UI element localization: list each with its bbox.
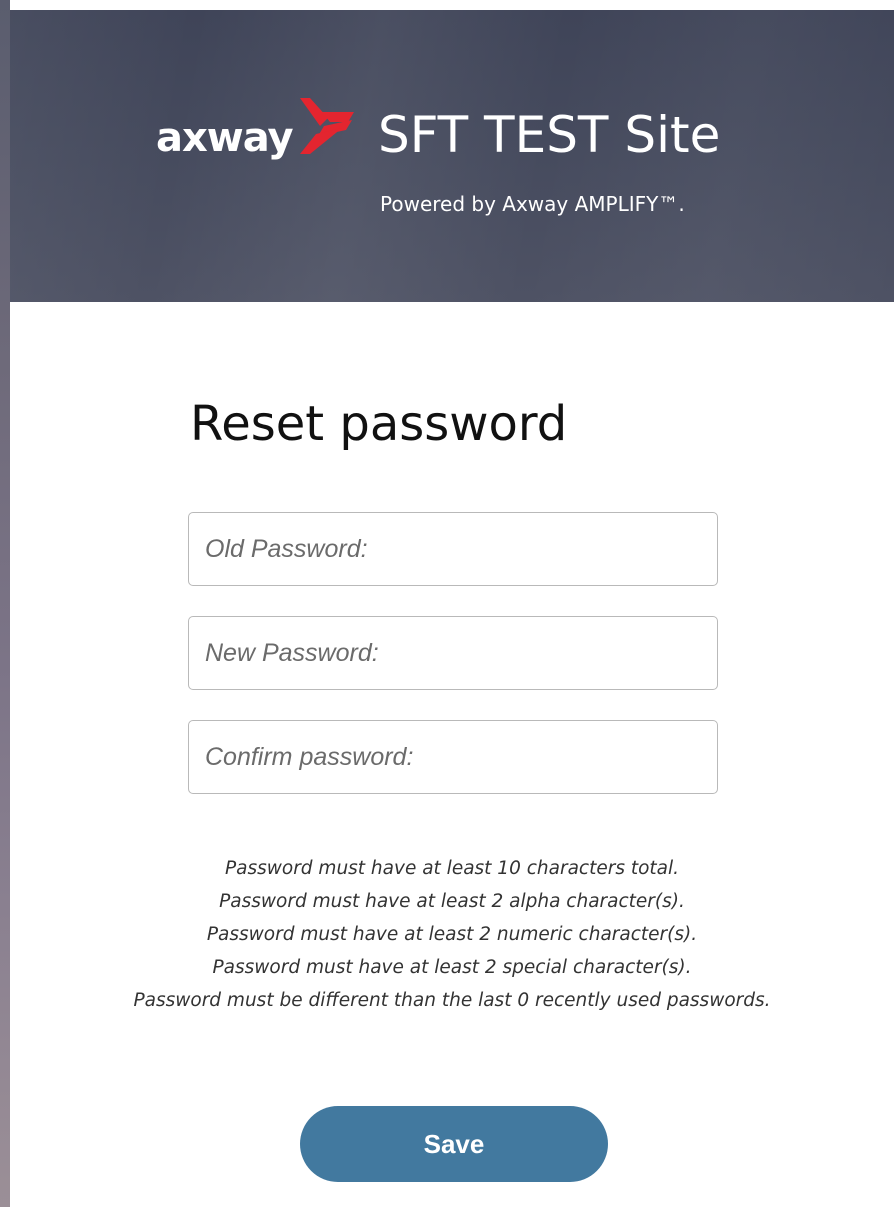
- axway-chevron-logo-icon: [300, 98, 354, 154]
- new-password-field[interactable]: [188, 616, 718, 690]
- site-title: SFT TEST Site: [378, 106, 721, 164]
- save-button[interactable]: Save: [300, 1106, 608, 1182]
- axway-wordmark: axway: [156, 115, 294, 161]
- powered-by-text: Powered by Axway AMPLIFY™.: [380, 192, 685, 216]
- page-title: Reset password: [190, 396, 568, 452]
- password-rule: Password must have at least 10 character…: [224, 858, 680, 879]
- confirm-password-field[interactable]: [188, 720, 718, 794]
- password-rule: Password must be different than the last…: [133, 990, 771, 1011]
- password-rule: Password must have at least 2 special ch…: [212, 957, 692, 978]
- reset-password-page: axway SFT TEST Site Powered by Axway AMP…: [0, 0, 894, 1207]
- password-rule: Password must have at least 2 alpha char…: [219, 891, 685, 912]
- old-password-field[interactable]: [188, 512, 718, 586]
- password-rule: Password must have at least 2 numeric ch…: [206, 924, 698, 945]
- left-background-strip: [0, 0, 10, 1207]
- password-rules: Password must have at least 10 character…: [10, 852, 894, 1017]
- site-header: axway SFT TEST Site Powered by Axway AMP…: [10, 10, 894, 302]
- top-border: [0, 0, 894, 10]
